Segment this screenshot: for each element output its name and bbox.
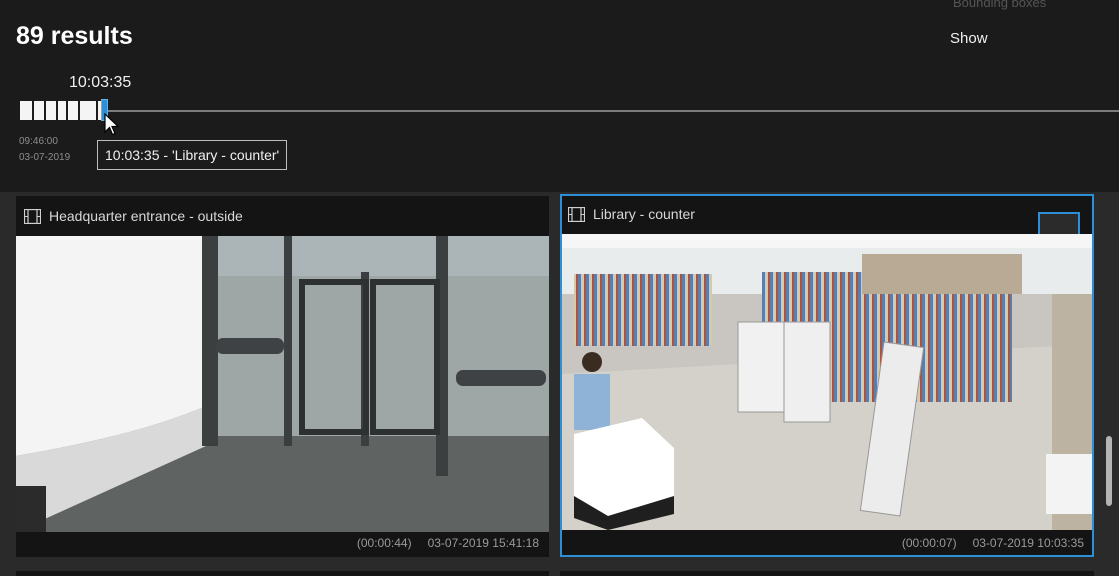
search-result-tile[interactable]: Headquarter entrance - outside (00:00:44… <box>16 196 549 557</box>
timeline-axis[interactable] <box>106 110 1119 112</box>
results-header: 89 results Bounding boxes Show 10:03:35 … <box>0 0 1119 192</box>
timeline-result-marker[interactable] <box>58 101 66 120</box>
entrance-thumbnail-image <box>16 236 549 532</box>
timeline-result-marker[interactable] <box>20 101 32 120</box>
timeline-result-marker[interactable] <box>34 101 44 120</box>
clip-duration: (00:00:44) <box>356 536 412 550</box>
camera-film-icon <box>24 208 41 224</box>
timeline-start-time-value: 09:46:00 <box>19 136 58 147</box>
current-time-label: 10:03:35 <box>69 74 132 91</box>
tile-footer: (00:00:44) 03-07-2019 15:41:18 <box>16 529 549 557</box>
camera-thumbnail[interactable] <box>562 234 1092 530</box>
search-result-tile-partial[interactable] <box>16 571 549 576</box>
tile-header: Library - counter <box>560 194 1094 234</box>
library-thumbnail-image <box>562 234 1092 530</box>
timeline-result-marker[interactable] <box>46 101 56 120</box>
camera-name: Headquarter entrance - outside <box>49 208 243 224</box>
timeline-start-time: 09:46:00 03-07-2019 <box>19 134 70 166</box>
timeline-result-markers[interactable] <box>20 101 103 120</box>
timeline-start-date-value: 03-07-2019 <box>19 152 71 163</box>
clip-timestamp: 03-07-2019 10:03:35 <box>972 536 1084 550</box>
camera-film-icon <box>568 206 585 222</box>
results-scrollbar[interactable] <box>1106 436 1112 506</box>
search-result-tile-selected[interactable]: Library - counter (00:00:07) 03-07-2019 … <box>560 194 1094 557</box>
results-count: 89 results <box>16 22 133 50</box>
bounding-boxes-label: Bounding boxes <box>953 0 1047 10</box>
mouse-cursor-icon <box>104 113 120 136</box>
camera-name: Library - counter <box>593 206 695 222</box>
tile-header: Headquarter entrance - outside <box>16 196 549 236</box>
timeline-result-marker[interactable] <box>68 101 78 120</box>
timeline-result-marker[interactable] <box>80 101 96 120</box>
clip-duration: (00:00:07) <box>901 536 957 550</box>
search-result-tile-partial[interactable] <box>560 571 1094 576</box>
clip-timestamp: 03-07-2019 15:41:18 <box>427 536 539 550</box>
bounding-boxes-show-toggle[interactable]: Show <box>950 30 988 47</box>
camera-thumbnail[interactable] <box>16 236 549 532</box>
timeline-tooltip: 10:03:35 - 'Library - counter' <box>97 140 288 170</box>
tile-footer: (00:00:07) 03-07-2019 10:03:35 <box>560 529 1094 557</box>
